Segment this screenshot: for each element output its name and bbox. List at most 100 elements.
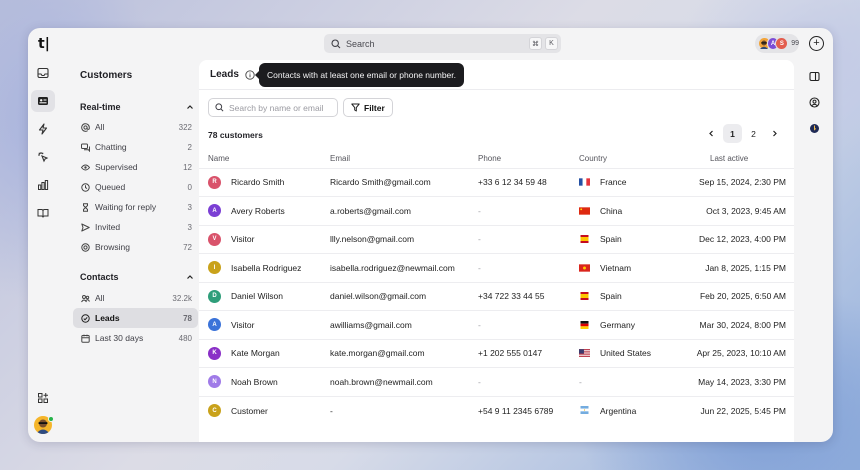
user-circle-icon[interactable] [806,94,822,110]
phone-prefix: +54 [478,405,493,416]
contacts-section-header[interactable]: Contacts [80,270,194,284]
filter-button[interactable]: Filter [343,98,393,117]
next-page-button[interactable] [765,124,784,143]
table-row[interactable]: D Daniel Wilson daniel.wilson@gmail.com … [199,281,794,311]
sidebar-item-invited[interactable]: Invited 3 [73,217,198,237]
last-active: Feb 20, 2025, 6:50 AM [699,291,786,302]
book-icon[interactable] [31,202,55,224]
contact-email: Ricardo Smith@gmail.com [330,177,431,188]
info-icon[interactable] [245,69,255,80]
realtime-list: All 322 Chatting 2 Supervised 12 Queued … [73,117,198,257]
phone-cell: - [478,367,579,396]
contacts-list: All 32.2k Leads 78 Last 30 days 480 [73,288,198,348]
contact-name: Daniel Wilson [231,291,283,302]
column-header-country[interactable]: Country [579,150,692,168]
contact-name: Visitor [231,319,255,330]
customers-sidebar: Customers Real-time All 322 Chatting 2 S… [73,60,198,348]
table-row[interactable]: V Visitor llly.nelson@gmail.com - Spain … [199,224,794,254]
table-row[interactable]: A Visitor awilliams@gmail.com - Germany … [199,310,794,339]
column-header-phone[interactable]: Phone [478,150,579,168]
team-avatars[interactable]: A S 99 [755,34,799,53]
name-cell: V Visitor [199,224,330,254]
country-name: Spain [600,234,622,245]
sidebar-item-label: Last 30 days [95,333,144,343]
sidebar-item-all-realtime[interactable]: All 322 [73,117,198,137]
sidebar-item-browsing[interactable]: Browsing 72 [73,237,198,257]
table-row[interactable]: I Isabella Rodriguez isabella.rodriguez@… [199,253,794,282]
email-cell: Ricardo Smith@gmail.com [330,167,478,197]
last-active: Oct 3, 2023, 9:45 AM [706,205,786,216]
phone-number: 6 12 34 59 48 [494,177,547,188]
contact-avatar: I [208,261,221,275]
top-bar: t| Search ⌘ K A S 99 + [28,28,833,60]
email-cell: kate.morgan@gmail.com [330,338,478,368]
last-active: Jun 22, 2025, 5:45 PM [700,405,786,416]
search-input[interactable]: Search by name or email [208,98,338,117]
table-row[interactable]: K Kate Morgan kate.morgan@gmail.com +1 2… [199,338,794,368]
table-row[interactable]: R Ricardo Smith Ricardo Smith@gmail.com … [199,167,794,197]
flag-icon [579,292,590,300]
sparkle-click-icon[interactable] [31,146,55,168]
global-search[interactable]: Search ⌘ K [324,34,561,53]
contact-email: awilliams@gmail.com [330,319,412,330]
contact-name: Ricardo Smith [231,177,285,188]
realtime-section-header[interactable]: Real-time [80,100,194,114]
country-name: Argentina [600,405,637,416]
check-circle-icon [80,313,90,323]
email-cell: isabella.rodriguez@newmail.com [330,253,478,282]
page-2-button[interactable]: 2 [744,124,763,143]
panel-toggle-icon[interactable] [806,68,822,84]
contact-name: Noah Brown [231,376,278,387]
table-row[interactable]: N Noah Brown noah.brown@newmail.com - - … [199,367,794,396]
contact-avatar: D [208,289,221,303]
contacts-icon[interactable] [31,90,55,112]
sidebar-item-count: 72 [183,242,192,252]
table-row[interactable]: C Customer - +54 9 11 2345 6789 Argentin… [199,395,794,425]
chart-bar-icon[interactable] [31,174,55,196]
sidebar-item-count: 480 [178,333,192,343]
search-icon [215,103,224,112]
name-cell: C Customer [199,395,330,425]
contact-email: daniel.wilson@gmail.com [330,291,427,302]
inbox-icon[interactable] [31,62,55,84]
contact-avatar: K [208,346,221,360]
contact-email: a.roberts@gmail.com [330,205,411,216]
sidebar-item-supervised[interactable]: Supervised 12 [73,157,198,177]
table-row[interactable]: A Avery Roberts a.roberts@gmail.com - Ch… [199,196,794,225]
integration-icon[interactable] [806,120,822,136]
sidebar-item-chatting[interactable]: Chatting 2 [73,137,198,157]
apps-add-icon[interactable] [31,387,55,409]
last-active: Jan 8, 2025, 1:15 PM [705,262,786,273]
email-cell: awilliams@gmail.com [330,310,478,339]
contact-avatar: A [208,204,221,218]
last-active-cell: Sep 15, 2024, 2:30 PM [692,167,794,197]
sidebar-item-waiting[interactable]: Waiting for reply 3 [73,197,198,217]
section-heading: Real-time [80,102,121,112]
column-header-last-active[interactable]: Last active [692,150,794,168]
flag-icon [579,235,590,243]
prev-page-button[interactable] [702,124,721,143]
country-name: - [579,376,582,387]
phone-number: - [478,234,481,245]
phone-cell: +54 9 11 2345 6789 [478,395,579,425]
sidebar-item-label: Leads [95,313,120,323]
column-header-name[interactable]: Name [199,150,330,168]
online-status-indicator [48,416,54,422]
avatar: S [775,37,789,50]
app-logo[interactable]: t| [38,36,50,52]
sidebar-item-last-30-days[interactable]: Last 30 days 480 [73,328,198,348]
phone-cell: +34 722 33 44 55 [478,281,579,311]
sidebar-item-all-contacts[interactable]: All 32.2k [73,288,198,308]
country-name: China [600,205,623,216]
table-header-row: Name Email Phone Country Last active [199,150,794,168]
phone-number: - [478,262,481,273]
add-icon[interactable]: + [809,36,824,51]
country-cell: Argentina [579,395,692,425]
sidebar-item-leads[interactable]: Leads 78 [73,308,198,328]
country-name: United States [600,348,652,359]
page-1-button[interactable]: 1 [723,124,742,143]
column-header-email[interactable]: Email [330,150,478,168]
sidebar-item-queued[interactable]: Queued 0 [73,177,198,197]
lightning-icon[interactable] [31,118,55,140]
country-cell: - [579,367,692,396]
